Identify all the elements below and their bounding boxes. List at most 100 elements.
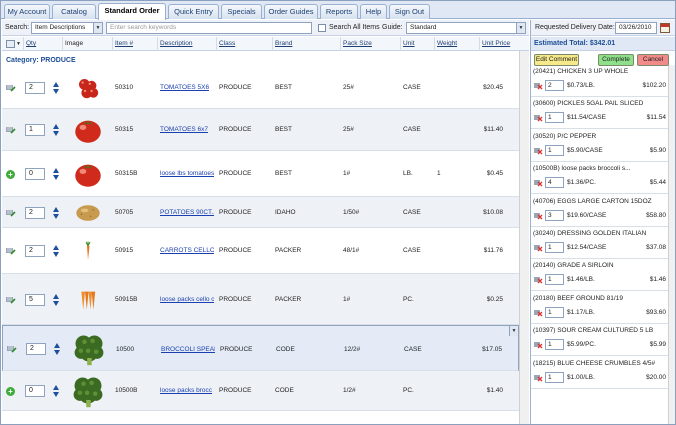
tab-quick-entry[interactable]: Quick Entry: [168, 4, 219, 19]
cart-quantity-input[interactable]: 1: [545, 112, 564, 124]
arrow-down-icon[interactable]: [54, 350, 60, 355]
product-thumbnail[interactable]: [71, 157, 105, 193]
table-row[interactable]: 2 50915 CARROTS CELLO PRODUCE PACKER 48/1# CAS…: [2, 228, 519, 274]
table-row[interactable]: 2 50705 POTATOES 90CT... PRODUCE IDAHO 1/50# C…: [2, 197, 519, 228]
tab-order-guides[interactable]: Order Guides: [264, 4, 318, 19]
quantity-input[interactable]: 5: [25, 294, 45, 306]
cart-edit-icon[interactable]: [6, 84, 16, 92]
cart-item[interactable]: (20140) GRADE A SIRLOIN 1 $1.46/LB. $1.46: [531, 259, 668, 292]
delivery-date-input[interactable]: 03/26/2010: [615, 22, 657, 34]
arrow-up-icon[interactable]: [53, 82, 59, 87]
arrow-down-icon[interactable]: [53, 392, 59, 397]
cart-remove-icon[interactable]: [534, 341, 543, 349]
quantity-stepper[interactable]: [53, 82, 59, 94]
cart-quantity-input[interactable]: 1: [545, 371, 564, 383]
cart-item[interactable]: (20421) CHICKEN 3 UP WHOLE 2 $0.73/LB. $102…: [531, 65, 668, 97]
cart-remove-icon[interactable]: [534, 212, 543, 220]
cart-item[interactable]: (18215) BLUE CHEESE CRUMBLES 4/5# 1 $1.00/…: [531, 357, 668, 389]
product-thumbnail[interactable]: [76, 279, 100, 323]
arrow-down-icon[interactable]: [53, 175, 59, 180]
cart-quantity-input[interactable]: 1: [545, 306, 564, 318]
arrow-up-icon[interactable]: [53, 124, 59, 129]
quantity-stepper[interactable]: [53, 294, 59, 306]
cart-item[interactable]: (10397) SOUR CREAM CULTURED 5 LB 1 $5.99/P…: [531, 324, 668, 357]
column-pack-size[interactable]: Pack Size: [343, 40, 372, 47]
quantity-input[interactable]: 2: [25, 82, 45, 94]
cart-remove-icon[interactable]: [534, 276, 543, 284]
tab-reports[interactable]: Reports: [320, 4, 358, 19]
search-all-checkbox[interactable]: [318, 24, 326, 32]
cart-item[interactable]: (20180) BEEF GROUND 81/19 1 $1.17/LB. $93.6…: [531, 292, 668, 324]
table-row[interactable]: +0 50315B loose lbs tomatoes PRODUCE BEST 1# L…: [2, 151, 519, 197]
cart-item[interactable]: (30240) DRESSING GOLDEN ITALIAN 1 $12.54/C…: [531, 227, 668, 259]
quantity-stepper[interactable]: [53, 168, 59, 180]
table-row[interactable]: 1 50315 TOMATOES 6x7 PRODUCE BEST 25# CASE $11.…: [2, 109, 519, 151]
column-brand[interactable]: Brand: [275, 40, 292, 47]
cart-remove-icon[interactable]: [534, 179, 543, 187]
product-thumbnail[interactable]: [71, 113, 105, 149]
cart-quantity-input[interactable]: 1: [545, 274, 564, 286]
table-row[interactable]: 2 10500 BROCCOLI SPEAR PRODUCE CODE 12/2# CASE…: [2, 325, 519, 371]
tab-specials[interactable]: Specials: [221, 4, 262, 19]
cart-item[interactable]: (30600) PICKLES 5GAL PAIL SLICED 1 $11.54/…: [531, 97, 668, 130]
cart-edit-icon[interactable]: [6, 247, 16, 255]
table-row[interactable]: 2 50310 TOMATOES 5X6 PRODUCE BEST 25# CASE $20.…: [2, 67, 519, 109]
description-link[interactable]: CARROTS CELLO: [160, 247, 214, 254]
description-link[interactable]: TOMATOES 6x7: [160, 126, 208, 133]
quantity-stepper[interactable]: [54, 343, 60, 355]
column-unit-price[interactable]: Unit Price: [482, 40, 510, 47]
quantity-input[interactable]: 0: [25, 168, 45, 180]
quantity-input[interactable]: 2: [26, 343, 46, 355]
cart-remove-icon[interactable]: [534, 374, 543, 382]
column-description[interactable]: Description: [160, 40, 193, 47]
description-link[interactable]: TOMATOES 5X6: [160, 84, 209, 91]
quantity-stepper[interactable]: [53, 245, 59, 257]
cart-edit-icon[interactable]: [6, 209, 16, 217]
search-field-select[interactable]: Item Descriptions ▼: [31, 22, 103, 34]
table-row[interactable]: 5 50915B loose packs cello c PRODUCE PACKER 1…: [2, 274, 519, 325]
cart-scrollbar[interactable]: [668, 65, 675, 424]
quantity-input[interactable]: 2: [25, 207, 45, 219]
arrow-down-icon[interactable]: [53, 301, 59, 306]
calendar-icon[interactable]: [660, 23, 670, 33]
arrow-down-icon[interactable]: [53, 214, 59, 219]
column-class[interactable]: Class: [219, 40, 235, 47]
cart-edit-icon[interactable]: [7, 345, 17, 353]
cart-remove-icon[interactable]: [534, 147, 543, 155]
cart-remove-icon[interactable]: [534, 114, 543, 122]
arrow-up-icon[interactable]: [53, 385, 59, 390]
cart-item[interactable]: (10500B) loose packs broccoli s... 4 $1.36…: [531, 162, 668, 195]
cart-item[interactable]: (40706) EGGS LARGE CARTON 15DOZ 3 $19.60/C…: [531, 195, 668, 227]
arrow-down-icon[interactable]: [53, 131, 59, 136]
description-link[interactable]: loose packs brocc: [160, 387, 212, 394]
arrow-down-icon[interactable]: [53, 89, 59, 94]
search-input[interactable]: Enter search keywords: [106, 22, 312, 34]
cart-quantity-input[interactable]: 4: [545, 177, 564, 189]
table-row[interactable]: +0 10500B loose packs brocc PRODUCE CODE 1/2#…: [2, 371, 519, 411]
quantity-input[interactable]: 1: [25, 124, 45, 136]
arrow-up-icon[interactable]: [53, 168, 59, 173]
arrow-up-icon[interactable]: [53, 245, 59, 250]
quantity-stepper[interactable]: [53, 124, 59, 136]
tab-catalog[interactable]: Catalog: [52, 4, 96, 19]
cart-remove-icon[interactable]: [534, 309, 543, 317]
product-thumbnail[interactable]: [78, 233, 98, 271]
tab-standard-order[interactable]: Standard Order: [98, 3, 166, 20]
tab-sign-out[interactable]: Sign Out: [389, 4, 430, 19]
cart-item[interactable]: (30520) P/C PEPPER 1 $5.90/CASE $5.90: [531, 130, 668, 162]
product-thumbnail[interactable]: [69, 200, 107, 228]
product-thumbnail[interactable]: [76, 72, 100, 106]
description-link[interactable]: POTATOES 90CT...: [160, 209, 214, 216]
column-qty[interactable]: Qty: [26, 40, 36, 47]
quantity-input[interactable]: 0: [25, 385, 45, 397]
quantity-stepper[interactable]: [53, 207, 59, 219]
column-item-number[interactable]: Item #: [115, 40, 133, 47]
tab-my-account[interactable]: My Account: [4, 4, 50, 19]
cart-remove-icon[interactable]: [534, 244, 543, 252]
arrow-up-icon[interactable]: [53, 207, 59, 212]
add-to-cart-icon[interactable]: +: [6, 387, 15, 396]
cart-quantity-input[interactable]: 3: [545, 209, 564, 221]
cart-quantity-input[interactable]: 1: [545, 339, 564, 351]
select-all-icon[interactable]: [6, 40, 15, 48]
arrow-up-icon[interactable]: [53, 294, 59, 299]
